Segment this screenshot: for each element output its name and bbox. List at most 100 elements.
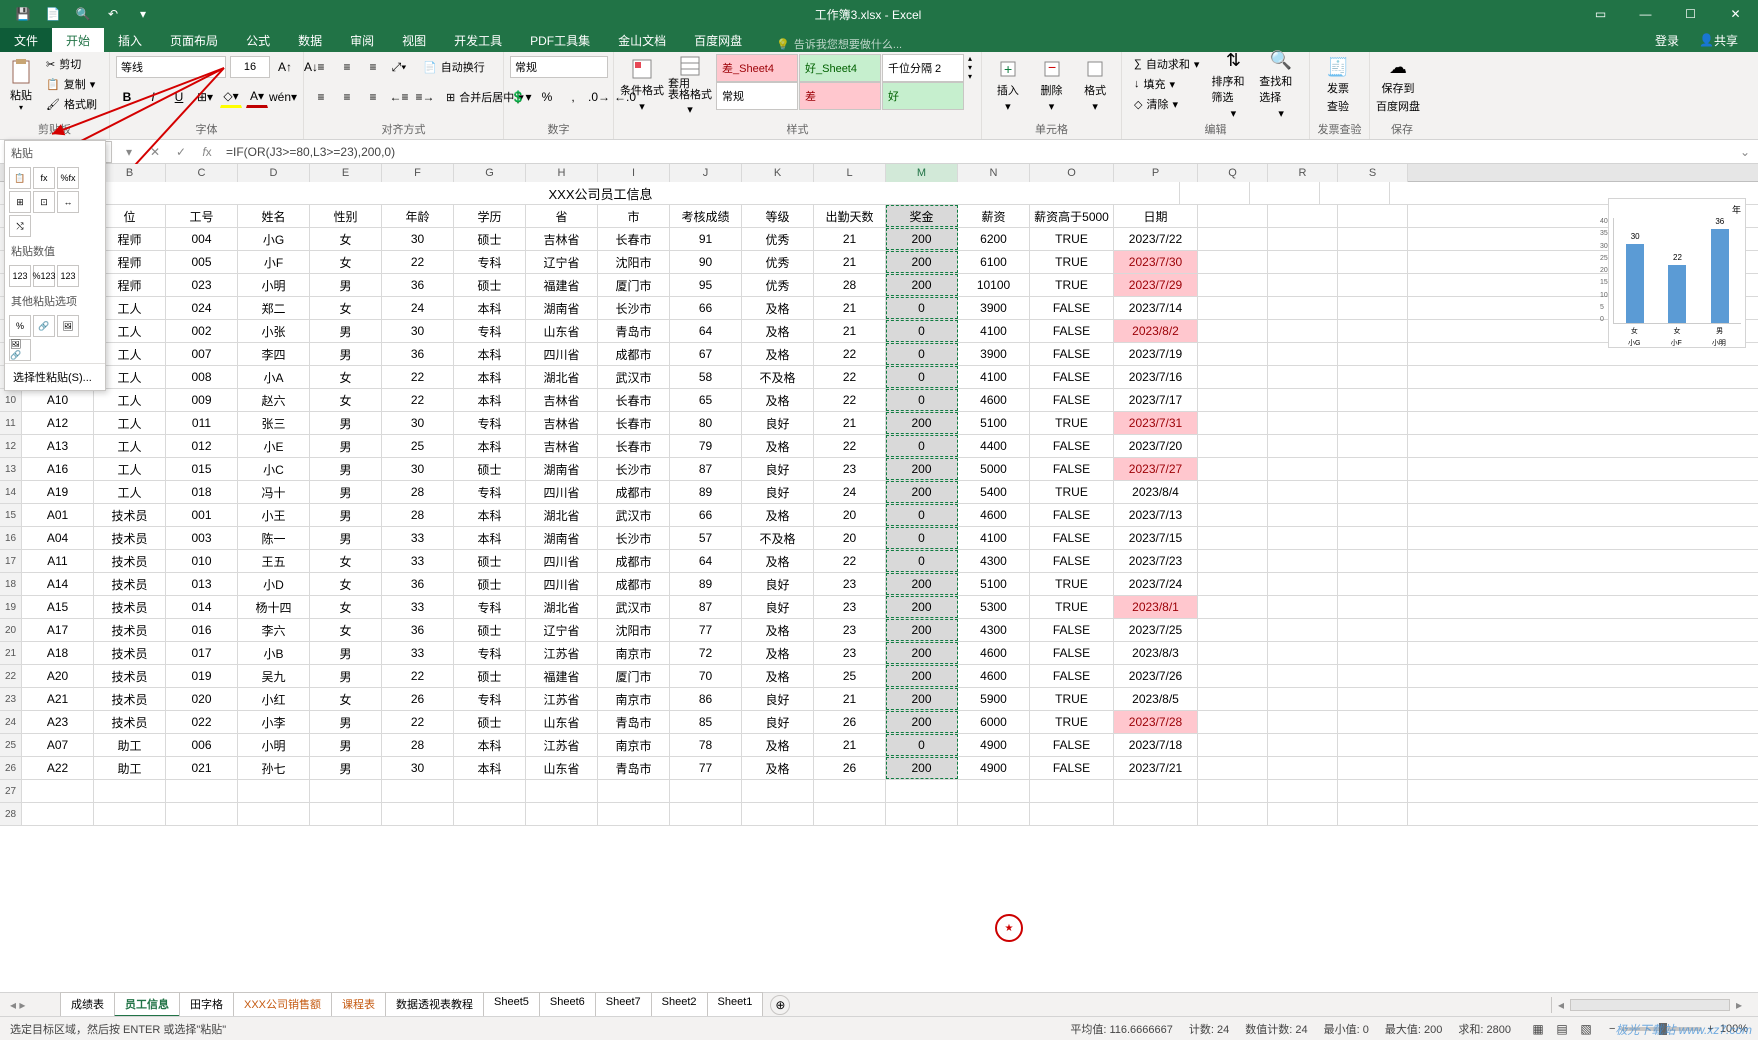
cell[interactable]: 2023/8/2 [1114, 320, 1198, 342]
font-color-icon[interactable]: A▾ [246, 86, 268, 108]
cell[interactable]: 四川省 [526, 343, 598, 365]
redo-icon[interactable]: ▾ [128, 0, 158, 28]
cancel-formula-icon[interactable]: ✕ [142, 141, 168, 163]
format-cells-button[interactable]: 格式▾ [1075, 54, 1115, 116]
cell[interactable]: 女 [310, 389, 382, 411]
cell[interactable]: 005 [166, 251, 238, 273]
cell[interactable] [1198, 596, 1268, 618]
cell[interactable] [1338, 711, 1408, 733]
align-middle-icon[interactable]: ≡ [336, 56, 358, 78]
cell[interactable] [1268, 642, 1338, 664]
font-size-select[interactable] [230, 56, 270, 78]
cell[interactable]: 36 [382, 619, 454, 641]
insert-cells-button[interactable]: +插入▾ [988, 54, 1028, 116]
cell[interactable] [1198, 297, 1268, 319]
cell[interactable]: 77 [670, 619, 742, 641]
cell[interactable]: 及格 [742, 642, 814, 664]
cell[interactable] [886, 780, 958, 802]
conditional-format-button[interactable]: 条件格式▾ [620, 54, 664, 116]
cell[interactable]: A04 [22, 527, 94, 549]
cell[interactable] [1268, 389, 1338, 411]
phonetic-icon[interactable]: wén▾ [272, 86, 294, 108]
column-header-K[interactable]: K [742, 164, 814, 182]
cell[interactable] [1268, 320, 1338, 342]
cell[interactable]: 男 [310, 734, 382, 756]
cell[interactable]: FALSE [1030, 389, 1114, 411]
row-header[interactable]: 17 [0, 550, 22, 572]
cell[interactable]: 性别 [310, 205, 382, 227]
formula-input[interactable]: =IF(OR(J3>=80,L3>=23),200,0) [220, 141, 1732, 163]
cell[interactable]: 200 [886, 228, 958, 250]
column-header-E[interactable]: E [310, 164, 382, 182]
cell[interactable]: 2023/7/21 [1114, 757, 1198, 779]
cell[interactable]: 007 [166, 343, 238, 365]
cell[interactable] [814, 803, 886, 825]
cell[interactable]: FALSE [1030, 297, 1114, 319]
cell-styles-gallery[interactable]: 差_Sheet4 好_Sheet4 千位分隔 2 常规 差 好 [716, 54, 964, 110]
column-header-M[interactable]: M [886, 164, 958, 182]
cell[interactable]: 女 [310, 550, 382, 572]
paste-special-menu-item[interactable]: 选择性粘贴(S)... [5, 363, 105, 390]
horizontal-scroll[interactable]: ◂▸ [1551, 997, 1758, 1013]
cell[interactable] [1268, 711, 1338, 733]
cell[interactable]: 26 [814, 757, 886, 779]
cell[interactable]: 4600 [958, 665, 1030, 687]
column-header-C[interactable]: C [166, 164, 238, 182]
cell[interactable] [1338, 573, 1408, 595]
cell[interactable]: 湖南省 [526, 527, 598, 549]
cell[interactable]: 技术员 [94, 550, 166, 572]
cell[interactable]: 2023/7/19 [1114, 343, 1198, 365]
cell[interactable] [1268, 274, 1338, 296]
cell[interactable]: 长春市 [598, 389, 670, 411]
paste-keep-borders-icon[interactable]: ⊞ [9, 191, 31, 213]
style-bad[interactable]: 差 [799, 82, 881, 110]
cell[interactable]: 0 [886, 297, 958, 319]
insert-function-icon[interactable]: fx [194, 141, 220, 163]
cell[interactable]: 硕士 [454, 573, 526, 595]
cell[interactable]: 及格 [742, 435, 814, 457]
cell[interactable]: 优秀 [742, 228, 814, 250]
cell[interactable]: 王五 [238, 550, 310, 572]
cell[interactable]: 工人 [94, 389, 166, 411]
cell[interactable]: 工人 [94, 435, 166, 457]
row-header[interactable]: 19 [0, 596, 22, 618]
cell[interactable]: 014 [166, 596, 238, 618]
cell[interactable] [94, 780, 166, 802]
cell[interactable] [1114, 780, 1198, 802]
cell[interactable]: 21 [814, 297, 886, 319]
cell[interactable]: 厦门市 [598, 665, 670, 687]
save-icon[interactable]: 💾 [8, 0, 38, 28]
paste-formatting-icon[interactable]: % [9, 315, 31, 337]
cell[interactable]: 武汉市 [598, 596, 670, 618]
view-buttons[interactable]: ▦ ▤ ▧ [1527, 1018, 1597, 1040]
cell[interactable]: 2023/7/25 [1114, 619, 1198, 641]
cell[interactable]: 硕士 [454, 228, 526, 250]
cell[interactable]: 0 [886, 435, 958, 457]
border-icon[interactable]: ⊞▾ [194, 86, 216, 108]
paste-values-number-icon[interactable]: %123 [33, 265, 55, 287]
cell[interactable]: 专科 [454, 481, 526, 503]
underline-icon[interactable]: U [168, 86, 190, 108]
style-bad-sheet[interactable]: 差_Sheet4 [716, 54, 798, 82]
cell[interactable]: 200 [886, 688, 958, 710]
cell[interactable]: 李四 [238, 343, 310, 365]
cell[interactable]: 5400 [958, 481, 1030, 503]
cell[interactable]: 本科 [454, 527, 526, 549]
cell[interactable]: 4600 [958, 389, 1030, 411]
cell[interactable]: 赵六 [238, 389, 310, 411]
cell[interactable]: A12 [22, 412, 94, 434]
cell[interactable]: 2023/8/4 [1114, 481, 1198, 503]
column-header-R[interactable]: R [1268, 164, 1338, 182]
cell[interactable]: 女 [310, 251, 382, 273]
row-header[interactable]: 11 [0, 412, 22, 434]
cell[interactable]: 及格 [742, 297, 814, 319]
cell[interactable]: 长沙市 [598, 297, 670, 319]
cell[interactable]: 良好 [742, 458, 814, 480]
cell[interactable]: 青岛市 [598, 711, 670, 733]
italic-icon[interactable]: I [142, 86, 164, 108]
cell[interactable]: 南京市 [598, 642, 670, 664]
align-left-icon[interactable]: ≡ [310, 86, 332, 108]
cell[interactable]: FALSE [1030, 504, 1114, 526]
sort-filter-button[interactable]: ⇅排序和筛选▾ [1212, 54, 1256, 116]
cell[interactable]: 成都市 [598, 550, 670, 572]
